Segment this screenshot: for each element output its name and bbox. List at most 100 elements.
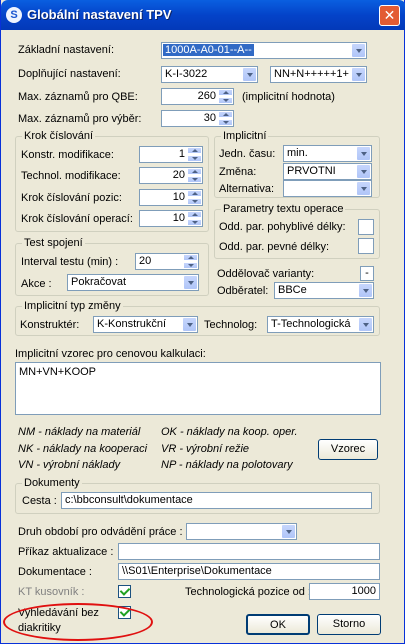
zmena-select[interactable]: PRVOTNI	[283, 163, 372, 180]
max-vyber-spinner[interactable]: 30	[161, 110, 234, 127]
chevron-down-icon[interactable]	[182, 317, 197, 332]
chevron-down-icon[interactable]	[351, 43, 366, 58]
jedn-select[interactable]: min.	[283, 145, 372, 162]
max-vyber-value: 30	[203, 112, 216, 124]
prikaz-input[interactable]	[118, 543, 380, 560]
oddelovac-label: Oddělovač varianty:	[217, 268, 315, 280]
interval-value: 20	[139, 255, 152, 267]
zakladni-value: 1000A-A0-01--A--	[163, 44, 254, 56]
legend-vn: VN - výrobní náklady	[18, 459, 121, 471]
typ-zmeny-title: Implicitní typ změny	[22, 300, 123, 312]
chevron-down-icon[interactable]	[356, 146, 371, 161]
window-title: Globální nastavení TPV	[27, 7, 172, 22]
akce-select[interactable]: Pokračovat	[67, 274, 199, 291]
akce-label: Akce :	[21, 278, 52, 290]
pozice-input[interactable]: 1000	[309, 583, 380, 600]
vzorec-value: MN+VN+KOOP	[19, 366, 97, 378]
max-vyber-label: Max. záznamů pro výběr:	[18, 113, 142, 125]
odberatel-label: Odběratel:	[217, 285, 269, 297]
spin-down-icon[interactable]	[187, 198, 202, 205]
spin-down-icon[interactable]	[187, 176, 202, 183]
test-title: Test spojení	[22, 237, 85, 249]
doplnujici-label: Doplňující nastavení:	[18, 68, 121, 80]
pevne-input[interactable]	[358, 238, 374, 254]
dokumentace-input[interactable]: \\S01\Enterprise\Dokumentace	[118, 563, 380, 580]
dokumenty-title: Dokumenty	[22, 477, 82, 489]
interval-spinner[interactable]: 20	[135, 253, 199, 270]
vzorec-textarea[interactable]: MN+VN+KOOP	[15, 362, 381, 415]
jedn-value: min.	[287, 147, 308, 159]
chevron-down-icon[interactable]	[356, 181, 371, 196]
spin-up-icon[interactable]	[187, 211, 202, 218]
chevron-down-icon[interactable]	[183, 275, 198, 290]
technol-spinner[interactable]: 20	[139, 167, 203, 184]
doplnujici-select-2[interactable]: NN+N+++++1+	[270, 66, 367, 83]
legend-np: NP - náklady na polotovary	[161, 459, 293, 471]
max-qbe-label: Max. záznamů pro QBE:	[18, 91, 138, 103]
title-bar[interactable]: S Globální nastavení TPV ✕	[1, 0, 405, 30]
spin-down-icon[interactable]	[187, 155, 202, 162]
spin-up-icon[interactable]	[218, 89, 233, 96]
konstr-value: 1	[178, 148, 185, 160]
spin-up-icon[interactable]	[187, 190, 202, 197]
operaci-spinner[interactable]: 10	[139, 210, 203, 227]
pozic-spinner[interactable]: 10	[139, 189, 203, 206]
spin-up-icon[interactable]	[218, 111, 233, 118]
spin-up-icon[interactable]	[183, 254, 198, 261]
kt-checkbox[interactable]	[118, 585, 131, 598]
pozice-label: Technologická pozice od :	[185, 586, 311, 598]
zmena-value: PRVOTNI	[287, 165, 336, 177]
spin-down-icon[interactable]	[218, 97, 233, 104]
odberatel-select[interactable]: BBCe	[274, 282, 374, 299]
max-qbe-spinner[interactable]: 260	[161, 88, 234, 105]
operaci-value: 10	[172, 212, 185, 224]
zmena-label: Změna:	[219, 166, 257, 178]
storno-button[interactable]: Storno	[317, 614, 381, 635]
chevron-down-icon[interactable]	[358, 283, 373, 298]
spin-up-icon[interactable]	[187, 147, 202, 154]
chevron-down-icon[interactable]	[351, 67, 366, 82]
prikaz-label: Příkaz aktualizace :	[18, 546, 114, 558]
pohyblive-label: Odd. par. pohyblivé délky:	[219, 221, 346, 233]
konstrukter-value: K-Konstrukční	[97, 318, 167, 330]
chevron-down-icon[interactable]	[356, 164, 371, 179]
chevron-down-icon[interactable]	[242, 67, 257, 82]
spin-down-icon[interactable]	[187, 219, 202, 226]
vzorec-button[interactable]: Vzorec	[318, 439, 378, 460]
spin-down-icon[interactable]	[218, 119, 233, 126]
spin-down-icon[interactable]	[183, 262, 198, 269]
cesta-input[interactable]: c:\bbconsult\dokumentace	[61, 492, 372, 509]
akce-value: Pokračovat	[71, 276, 127, 288]
technolog-value: T-Technologická	[271, 318, 351, 330]
legend-ok: OK - náklady na koop. oper.	[161, 426, 298, 438]
pohyblive-input[interactable]	[358, 219, 374, 235]
legend-nk: NK - náklady na kooperaci	[18, 443, 148, 455]
implicitni-title: Implicitní	[221, 130, 269, 142]
zakladni-select[interactable]: 1000A-A0-01--A--	[161, 42, 367, 59]
alternativa-select[interactable]	[283, 180, 372, 197]
doplnujici-value-1: K-I-3022	[165, 68, 208, 80]
druh-select[interactable]	[186, 523, 297, 540]
operaci-label: Krok číslování operací:	[21, 213, 133, 225]
chevron-down-icon[interactable]	[281, 524, 296, 539]
legend-vr: VR - výrobní režie	[161, 443, 250, 455]
technolog-select[interactable]: T-Technologická	[267, 316, 374, 333]
interval-label: Interval testu (min) :	[21, 256, 119, 268]
technolog-label: Technolog:	[204, 319, 258, 331]
druh-label: Druh období pro odvádění práce :	[18, 526, 183, 538]
konstrukter-select[interactable]: K-Konstrukční	[93, 316, 198, 333]
oddelovac-input[interactable]: -	[360, 266, 374, 281]
ok-button[interactable]: OK	[246, 614, 310, 635]
odberatel-value: BBCe	[278, 284, 307, 296]
app-icon: S	[6, 7, 22, 23]
legend-nm: NM - náklady na materiál	[18, 426, 141, 438]
konstrukter-label: Konstruktér:	[20, 319, 80, 331]
chevron-down-icon[interactable]	[358, 317, 373, 332]
konstr-spinner[interactable]: 1	[139, 146, 203, 163]
spin-up-icon[interactable]	[187, 168, 202, 175]
parametry-title: Parametry textu operace	[221, 203, 346, 215]
close-icon[interactable]: ✕	[379, 5, 400, 26]
doplnujici-value-2: NN+N+++++1+	[274, 68, 349, 80]
doplnujici-select-1[interactable]: K-I-3022	[161, 66, 258, 83]
jedn-label: Jedn. času:	[219, 148, 276, 160]
